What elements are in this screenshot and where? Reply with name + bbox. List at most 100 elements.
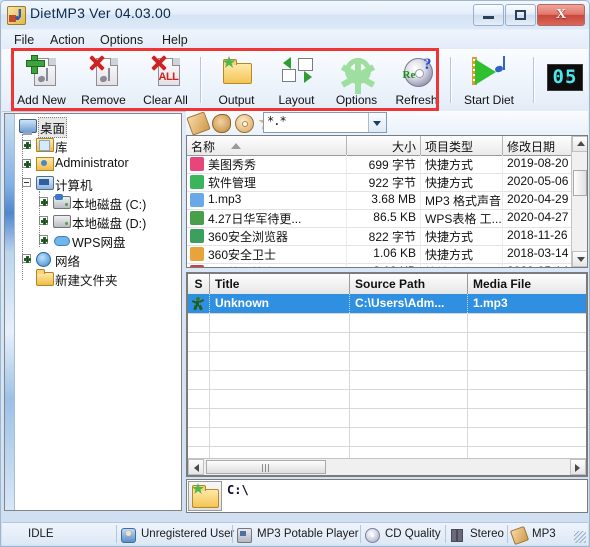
tree-node-1[interactable]: 库 [19, 135, 181, 155]
playlist-row[interactable] [188, 332, 586, 352]
close-icon: X [555, 7, 567, 22]
remove-button[interactable]: Remove [72, 52, 135, 108]
scroll-down-button[interactable] [572, 251, 587, 267]
file-filter-combo[interactable]: *.* [263, 112, 387, 133]
folder-tree-panel[interactable]: 桌面库 Administrator 计算机 本地磁盘 (C:) 本地磁盘 (D:) WPS… [4, 113, 182, 511]
close-button[interactable]: X [537, 4, 585, 26]
output-button[interactable]: Output [205, 52, 268, 108]
window-controls: X [472, 4, 585, 26]
menu-item-action[interactable]: Action [46, 32, 89, 48]
playlist-row[interactable] [188, 370, 586, 390]
tree-toggle-plus[interactable] [22, 140, 31, 149]
hscroll-thumb[interactable] [206, 460, 326, 474]
user-folder-icon [36, 157, 54, 171]
filter-bar [186, 111, 588, 136]
playlist-col-header-3[interactable]: Media File [468, 274, 586, 294]
gear-icon [340, 55, 375, 94]
tree-toggle-plus[interactable] [39, 235, 48, 244]
horn-icon[interactable] [212, 114, 231, 133]
tree-node-7[interactable]: 网络 [19, 249, 181, 269]
file-list-header: 名称 大小 项目类型 修改日期 [187, 136, 587, 156]
layout-button[interactable]: Layout [265, 52, 328, 108]
tree-toggle-plus[interactable] [39, 216, 48, 225]
tree-node-4[interactable]: 本地磁盘 (C:) [19, 192, 181, 212]
playlist-col-header-0[interactable]: S [188, 274, 210, 294]
playlist-row[interactable] [188, 389, 586, 409]
tree-toggle-plus[interactable] [39, 197, 48, 206]
clear-all-icon: ALL [150, 55, 182, 87]
file-filter-value: *.* [267, 114, 287, 128]
remove-note-icon [88, 55, 120, 87]
playlist-row[interactable] [188, 427, 586, 447]
file-row[interactable]: 4.27日华军待更... 86.5 KB WPS表格 工... 2020-04-27 … [187, 209, 587, 228]
file-cell: 3.68 MB [347, 191, 421, 209]
tree-toggle-minus[interactable] [22, 178, 31, 187]
menu-item-help[interactable]: Help [158, 32, 192, 48]
tree-toggle-plus[interactable] [22, 159, 31, 168]
playlist-row[interactable] [188, 351, 586, 371]
file-col-header-1[interactable]: 大小 [347, 136, 421, 155]
clear-all-label: Clear All [143, 93, 188, 107]
playlist-col-header-2[interactable]: Source Path [350, 274, 468, 294]
status-item-label: IDLE [28, 528, 54, 540]
tree-node-0[interactable]: 桌面 [19, 116, 181, 138]
file-cell: 美图秀秀 [187, 155, 347, 173]
maximize-button[interactable] [505, 4, 536, 26]
file-list-scrollbar[interactable] [571, 136, 587, 267]
cd-icon[interactable] [235, 114, 254, 133]
file-row[interactable]: 美图秀秀699 字节快捷方式2019-08-20 15... [187, 155, 587, 174]
left-gradient-scrollbar[interactable] [5, 114, 15, 510]
layout-icon [281, 55, 313, 87]
tree-node-2[interactable]: Administrator [19, 154, 181, 173]
tree-toggle-plus[interactable] [22, 254, 31, 263]
menu-bar: File Action Options Help [2, 30, 588, 49]
playlist-row[interactable] [188, 313, 586, 333]
file-col-header-0[interactable]: 名称 [187, 136, 347, 155]
scroll-right-button[interactable] [570, 459, 586, 475]
add-new-button[interactable]: Add New [10, 52, 73, 108]
remove-label: Remove [81, 93, 126, 107]
tree-node-8[interactable]: 新建文件夹 [19, 268, 181, 288]
file-cell: 360软件管家 [187, 263, 347, 267]
playlist-panel[interactable]: S Title Source Path Media File Unknown C:\Us… [186, 272, 588, 477]
playlist-cell [188, 370, 210, 389]
scroll-thumb[interactable] [573, 170, 587, 196]
tree-node-5[interactable]: 本地磁盘 (D:) [19, 211, 181, 231]
scroll-up-button[interactable] [572, 136, 587, 152]
tree-node-3[interactable]: 计算机 [19, 173, 181, 193]
file-row[interactable]: 360软件管家2.10 KB快捷方式2020-05-14 9:00 [187, 263, 587, 267]
mp3-tag-icon[interactable] [186, 111, 211, 136]
clear-all-button[interactable]: ALL Clear All [134, 52, 197, 108]
file-cell: 2020-04-27 16... [503, 209, 573, 227]
options-button[interactable]: Options [325, 52, 388, 108]
file-row[interactable]: 360安全卫士1.06 KB快捷方式2018-03-14 9:05 [187, 245, 587, 264]
layout-label: Layout [278, 93, 315, 107]
playlist-row[interactable] [188, 408, 586, 428]
menu-item-options[interactable]: Options [96, 32, 147, 48]
start-diet-button[interactable]: Start Diet [454, 52, 524, 108]
playlist-col-header-1[interactable]: Title [210, 274, 350, 294]
minimize-button[interactable] [473, 4, 504, 26]
browse-output-button[interactable] [188, 481, 222, 511]
menu-item-file[interactable]: File [10, 32, 38, 48]
playlist-row[interactable]: Unknown C:\Users\Adm... 1.mp3 [188, 294, 586, 314]
file-cell: 2020-05-14 9:00 [503, 263, 573, 267]
file-row[interactable]: 软件管理922 字节快捷方式2020-05-06 17... [187, 173, 587, 192]
file-col-header-2[interactable]: 项目类型 [421, 136, 503, 155]
tree-node-6[interactable]: WPS网盘 [19, 230, 181, 250]
refresh-button[interactable]: Re? Refresh [385, 52, 448, 108]
file-cell: 软件管理 [187, 173, 347, 191]
refresh-cd-icon: Re? [401, 55, 433, 87]
chevron-down-icon[interactable] [368, 113, 386, 132]
file-list-panel[interactable]: 名称大小项目类型修改日期 美图秀秀699 字节快捷方式2019-08-20 15… [186, 135, 588, 268]
file-row[interactable]: 360安全浏览器822 字节快捷方式2018-11-26 10... [187, 227, 587, 246]
file-cell: 4.27日华军待更... [187, 209, 347, 227]
file-row[interactable]: 1.mp33.68 MBMP3 格式声音2020-04-29 10... [187, 191, 587, 210]
play-icon [472, 55, 506, 87]
file-col-header-3[interactable]: 修改日期 [503, 136, 573, 155]
cd-icon [365, 528, 380, 543]
playlist-cell [350, 370, 468, 389]
resize-grip[interactable] [574, 531, 586, 543]
scroll-left-button[interactable] [188, 459, 204, 475]
playlist-hscrollbar[interactable] [188, 458, 586, 475]
